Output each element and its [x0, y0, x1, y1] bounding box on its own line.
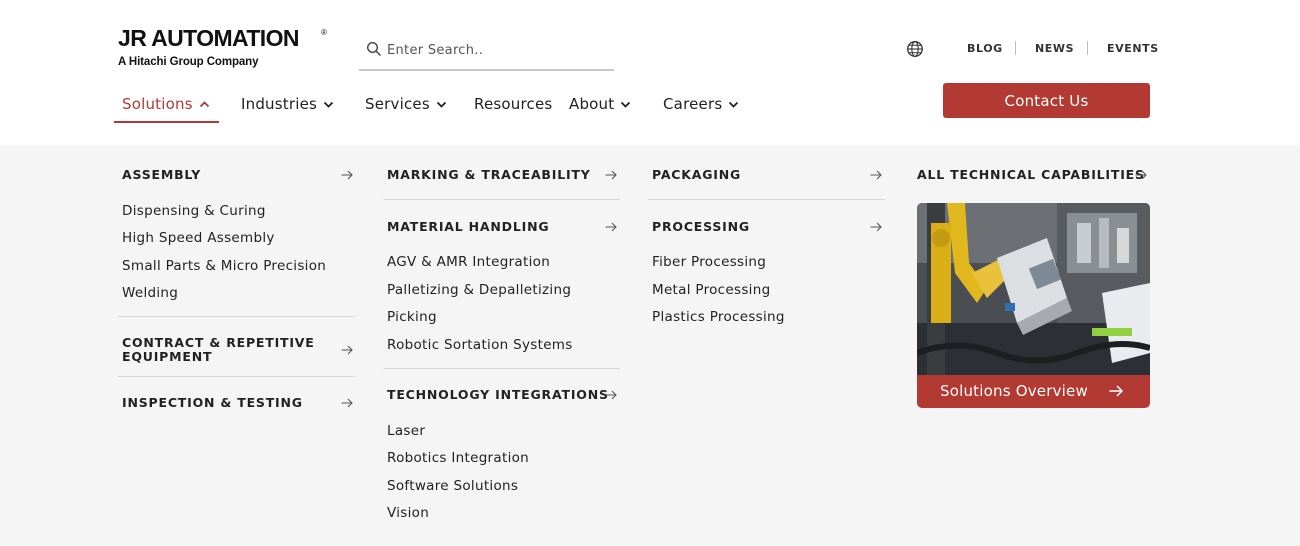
card-footer[interactable]: Solutions Overview	[917, 375, 1150, 408]
chevron-down-icon	[436, 101, 446, 108]
heading-technology-integrations[interactable]: TECHNOLOGY INTEGRATIONS	[387, 388, 609, 402]
nav-label: Services	[365, 95, 430, 113]
nav-label: Solutions	[122, 95, 193, 113]
search-input[interactable]	[387, 37, 607, 63]
link-dispensing-curing[interactable]: Dispensing & Curing	[122, 203, 266, 219]
news-link[interactable]: NEWS	[1035, 42, 1074, 55]
search-bar	[359, 34, 614, 71]
nav-label: About	[569, 95, 615, 113]
heading-processing[interactable]: PROCESSING	[652, 220, 750, 234]
link-agv-amr[interactable]: AGV & AMR Integration	[387, 254, 550, 270]
heading-contract-line2[interactable]: EQUIPMENT	[122, 350, 212, 364]
nav-label: Resources	[474, 95, 553, 113]
chevron-up-icon	[199, 100, 209, 107]
heading-assembly[interactable]: ASSEMBLY	[122, 168, 201, 182]
arrow-right-icon[interactable]	[1135, 170, 1147, 180]
chevron-down-icon	[621, 101, 631, 108]
arrow-right-icon[interactable]	[605, 222, 617, 232]
link-vision[interactable]: Vision	[387, 505, 429, 521]
arrow-right-icon[interactable]	[605, 390, 617, 400]
chevron-down-icon	[729, 101, 739, 108]
registered-mark: ®	[321, 28, 327, 37]
divider	[648, 199, 885, 200]
divider	[383, 199, 620, 200]
nav-services[interactable]: Services	[365, 93, 447, 115]
arrow-right-icon[interactable]	[870, 170, 882, 180]
contact-us-button[interactable]: Contact Us	[943, 83, 1150, 118]
card-label: Solutions Overview	[940, 382, 1088, 400]
link-laser[interactable]: Laser	[387, 423, 425, 439]
heading-material-handling[interactable]: MATERIAL HANDLING	[387, 220, 549, 234]
nav-solutions[interactable]: Solutions	[122, 93, 210, 115]
divider	[383, 368, 620, 369]
divider	[1015, 41, 1016, 55]
arrow-right-icon[interactable]	[341, 345, 353, 355]
globe-icon[interactable]	[906, 40, 924, 58]
heading-contract-line1[interactable]: CONTRACT & REPETITIVE	[122, 336, 315, 350]
divider	[118, 316, 355, 317]
link-small-parts[interactable]: Small Parts & Micro Precision	[122, 258, 326, 274]
heading-packaging[interactable]: PACKAGING	[652, 168, 741, 182]
nav-careers[interactable]: Careers	[663, 93, 739, 115]
robot-cell-image	[917, 203, 1150, 375]
arrow-right-icon[interactable]	[605, 170, 617, 180]
heading-all-capabilities[interactable]: ALL TECHNICAL CAPABILITIES	[917, 168, 1145, 182]
solutions-overview-card[interactable]: Solutions Overview	[917, 203, 1150, 408]
events-link[interactable]: EVENTS	[1107, 42, 1159, 55]
link-welding[interactable]: Welding	[122, 285, 178, 301]
blog-link[interactable]: BLOG	[967, 42, 1003, 55]
link-fiber-processing[interactable]: Fiber Processing	[652, 254, 766, 270]
divider	[118, 376, 355, 377]
link-high-speed-assembly[interactable]: High Speed Assembly	[122, 230, 275, 246]
divider	[1087, 41, 1088, 55]
nav-resources[interactable]: Resources	[474, 93, 552, 115]
active-nav-underline	[114, 121, 219, 123]
nav-label: Industries	[241, 95, 318, 113]
search-icon[interactable]	[366, 41, 382, 57]
nav-about[interactable]: About	[569, 93, 631, 115]
site-header: JR AUTOMATION ® A Hitachi Group Company …	[0, 0, 1300, 145]
logo[interactable]: JR AUTOMATION ® A Hitachi Group Company	[118, 26, 328, 72]
link-software-solutions[interactable]: Software Solutions	[387, 478, 518, 494]
nav-label: Careers	[663, 95, 723, 113]
chevron-down-icon	[323, 101, 334, 108]
link-palletizing[interactable]: Palletizing & Depalletizing	[387, 282, 571, 298]
link-plastics-processing[interactable]: Plastics Processing	[652, 309, 785, 325]
link-metal-processing[interactable]: Metal Processing	[652, 282, 770, 298]
link-picking[interactable]: Picking	[387, 309, 437, 325]
logo-tagline: A Hitachi Group Company	[118, 56, 259, 68]
arrow-right-icon[interactable]	[870, 222, 882, 232]
link-robotics-integration[interactable]: Robotics Integration	[387, 450, 529, 466]
arrow-right-icon[interactable]	[341, 170, 353, 180]
arrow-right-icon	[1109, 385, 1123, 397]
link-robotic-sortation[interactable]: Robotic Sortation Systems	[387, 337, 573, 353]
heading-inspection-testing[interactable]: INSPECTION & TESTING	[122, 396, 303, 410]
arrow-right-icon[interactable]	[341, 398, 353, 408]
logo-wordmark: JR AUTOMATION	[118, 25, 299, 51]
heading-marking-traceability[interactable]: MARKING & TRACEABILITY	[387, 168, 591, 182]
nav-industries[interactable]: Industries	[241, 93, 334, 115]
